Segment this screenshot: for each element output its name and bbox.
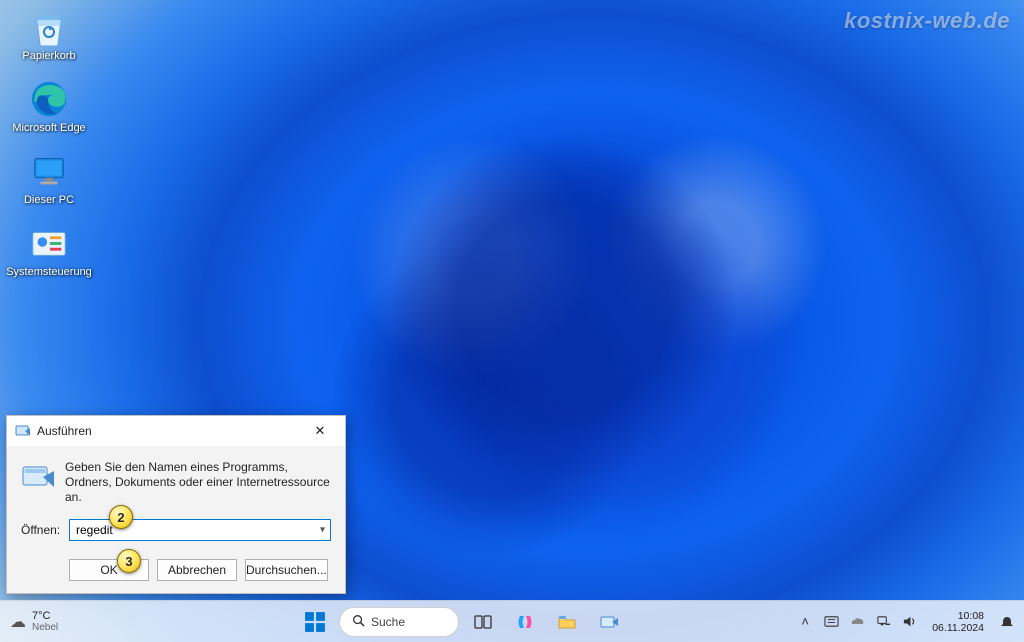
- desktop-icon-control-panel[interactable]: Systemsteuerung: [8, 222, 90, 279]
- recycle-bin-icon: [28, 6, 70, 48]
- browse-button[interactable]: Durchsuchen...: [245, 559, 328, 581]
- start-button[interactable]: [297, 605, 333, 639]
- close-button[interactable]: ✕: [301, 419, 339, 443]
- desktop: kostnix-web.de Papierkorb Microsoft Edge: [0, 0, 1024, 642]
- language-icon[interactable]: [822, 613, 840, 631]
- run-dialog-titlebar[interactable]: Ausführen ✕: [7, 416, 345, 446]
- taskbar-center: Suche: [140, 605, 784, 639]
- network-icon[interactable]: [874, 613, 892, 631]
- clock-date: 06.11.2024: [932, 622, 984, 634]
- annotation-badge-2: 2: [109, 505, 133, 529]
- tray-chevron-icon[interactable]: ˄: [796, 613, 814, 631]
- desktop-icon-label: Microsoft Edge: [12, 122, 85, 135]
- watermark: kostnix-web.de: [844, 8, 1010, 34]
- run-dialog-body: Geben Sie den Namen eines Programms, Ord…: [7, 446, 345, 549]
- desktop-icon-this-pc[interactable]: Dieser PC: [8, 150, 90, 207]
- taskbar-search[interactable]: Suche: [339, 607, 459, 637]
- search-placeholder: Suche: [371, 615, 405, 629]
- desktop-icon-label: Systemsteuerung: [6, 266, 92, 279]
- taskbar-weather[interactable]: ☁ 7°C Nebel: [0, 610, 140, 634]
- control-panel-icon: [28, 222, 70, 264]
- taskbar-clock[interactable]: 10:08 06.11.2024: [932, 610, 984, 634]
- clock-time: 10:08: [958, 610, 984, 622]
- taskbar-tray: ˄ 10:08 06.11.2024: [784, 610, 1024, 634]
- open-label: Öffnen:: [21, 523, 69, 537]
- weather-condition: Nebel: [32, 622, 58, 634]
- run-icon-large: [21, 460, 55, 494]
- run-dialog-buttons: OK Abbrechen Durchsuchen... 3: [7, 549, 345, 593]
- desktop-icon-recycle-bin[interactable]: Papierkorb: [8, 6, 90, 63]
- run-command-input[interactable]: [69, 519, 331, 541]
- copilot-button[interactable]: [507, 605, 543, 639]
- run-taskbar-button[interactable]: [591, 605, 627, 639]
- onedrive-icon[interactable]: [848, 613, 866, 631]
- explorer-button[interactable]: [549, 605, 585, 639]
- run-dialog-description: Geben Sie den Namen eines Programms, Ord…: [65, 460, 331, 505]
- monitor-icon: [28, 150, 70, 192]
- notification-icon[interactable]: [1000, 615, 1014, 629]
- cancel-button[interactable]: Abbrechen: [157, 559, 237, 581]
- task-view-button[interactable]: [465, 605, 501, 639]
- taskbar: ☁ 7°C Nebel Suche: [0, 600, 1024, 642]
- run-icon: [15, 423, 31, 439]
- edge-icon: [28, 78, 70, 120]
- desktop-icon-label: Dieser PC: [24, 194, 74, 207]
- annotation-badge-3: 3: [117, 549, 141, 573]
- weather-icon: ☁: [10, 612, 26, 632]
- volume-icon[interactable]: [900, 613, 918, 631]
- desktop-icon-edge[interactable]: Microsoft Edge: [8, 78, 90, 135]
- desktop-icon-label: Papierkorb: [22, 50, 75, 63]
- run-dialog-title: Ausführen: [37, 424, 301, 438]
- weather-temp: 7°C: [32, 610, 58, 622]
- run-dialog: Ausführen ✕ Geben Sie den Namen eines Pr…: [6, 415, 346, 594]
- search-icon: [352, 614, 365, 630]
